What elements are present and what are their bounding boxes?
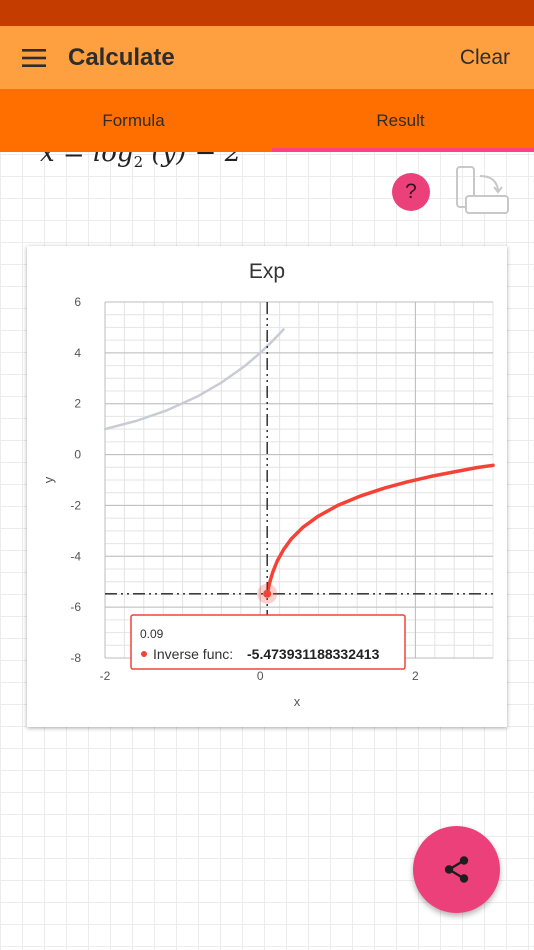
share-button[interactable] <box>413 826 500 913</box>
rotate-screen-icon[interactable] <box>452 164 512 218</box>
y-tick-label: 6 <box>74 295 81 309</box>
help-button[interactable]: ? <box>392 173 430 211</box>
x-tick-label: 0 <box>257 669 264 683</box>
chart-title: Exp <box>249 260 285 283</box>
formula-rhs: (y) − 2 <box>143 152 242 168</box>
y-tick-label: 4 <box>74 346 81 360</box>
chart-card: Exp -2 0 2 6 4 2 0 -2 -4 -6 -8 x y 0.09 Inverse fu… <box>27 246 507 727</box>
app-title: Calculate <box>68 44 175 71</box>
y-axis-label: y <box>41 476 56 483</box>
x-tick-label: -2 <box>100 669 111 683</box>
formula-base: 2 <box>133 153 144 172</box>
y-tick-label: -6 <box>70 600 81 614</box>
y-tick-label: -4 <box>70 549 81 563</box>
tooltip-series-marker <box>141 651 147 657</box>
status-bar <box>0 0 534 26</box>
x-axis-label: x <box>294 694 301 709</box>
chart-plot: Exp -2 0 2 6 4 2 0 -2 -4 -6 -8 x y 0.09 Inverse fu… <box>41 260 495 709</box>
tooltip-series-value: -5.473931188332413 <box>247 646 380 662</box>
y-tick-label: 0 <box>74 448 81 462</box>
y-tick-label: 2 <box>74 397 81 411</box>
tab-formula[interactable]: Formula <box>0 89 267 152</box>
y-tick-label: -8 <box>70 651 81 665</box>
y-tick-label: -2 <box>70 498 81 512</box>
share-icon <box>444 856 469 883</box>
function-series-line <box>103 328 285 431</box>
chart-tooltip: 0.09 Inverse func: -5.473931188332413 <box>130 614 406 670</box>
hamburger-menu-icon[interactable] <box>14 44 54 72</box>
tab-bar: Formula Result <box>0 89 534 152</box>
formula-lhs: x = log <box>40 152 134 168</box>
x-tick-label: 2 <box>412 669 419 683</box>
tooltip-series-label: Inverse func: <box>153 646 233 662</box>
formula-text: x = log2 (y) − 2 <box>40 152 241 171</box>
tooltip-x-value: 0.09 <box>140 627 164 641</box>
inverse-series-line <box>265 463 495 596</box>
clear-button[interactable]: Clear <box>460 46 510 70</box>
app-bar: Calculate Clear <box>0 26 534 89</box>
crosshair-point <box>263 589 272 598</box>
tab-result[interactable]: Result <box>267 89 534 152</box>
